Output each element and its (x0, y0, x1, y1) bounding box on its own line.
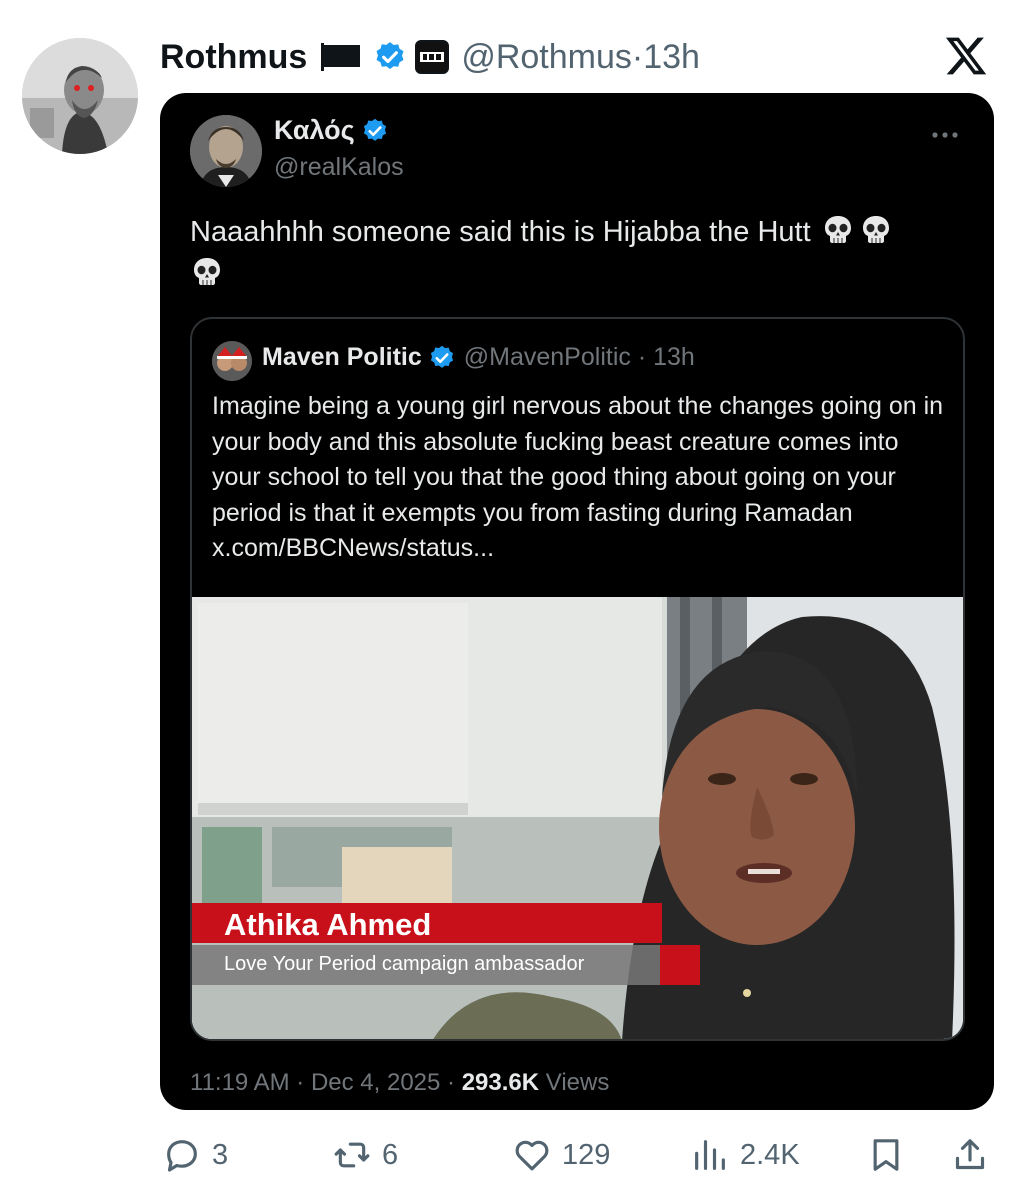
quoted-tweet-body: Naaahhhh someone said this is Hijabba th… (190, 216, 811, 248)
author-handle-time[interactable]: @Rothmus·13h (461, 38, 700, 77)
post-time: 13h (643, 37, 700, 76)
verified-icon (361, 117, 389, 145)
lower-third-subtitle: Love Your Period campaign ambassador (224, 953, 585, 975)
lower-third-name: Athika Ahmed (224, 907, 432, 942)
reply-icon (167, 1140, 197, 1172)
x-logo-icon[interactable] (945, 34, 989, 78)
nested-time: 13h (653, 343, 695, 371)
quoted-author-name-row: Καλός (274, 115, 389, 146)
skull-icon (859, 213, 893, 247)
skull-icon (821, 213, 855, 247)
author-avatar[interactable] (22, 38, 138, 154)
author-handle: @Rothmus (461, 37, 632, 76)
header-separator: · (631, 37, 644, 76)
analytics-icon (695, 1140, 725, 1170)
repost-button[interactable]: 6 (332, 1130, 398, 1180)
share-icon (955, 1139, 985, 1170)
quoted-tweet-timestamp: 11:19 AM · Dec 4, 2025 · (190, 1069, 456, 1096)
nested-author-name: Maven Politic (262, 343, 422, 371)
nested-author-handle: @MavenPolitic (463, 343, 631, 371)
lower-third-name-bar: Athika Ahmed (192, 903, 662, 943)
more-options-icon (930, 127, 960, 138)
affiliate-badge-icon[interactable] (415, 40, 450, 74)
nested-author-row: Maven Politic @MavenPolitic · 13h (262, 343, 695, 372)
quoted-tweet-text: Naaahhhh someone said this is Hijabba th… (190, 211, 960, 295)
nested-tweet-link: x.com/BBCNews/status... (212, 534, 495, 562)
quoted-author-handle: @realKalos (274, 153, 404, 181)
quoted-tweet-views-count: 293.6K (461, 1069, 540, 1096)
black-flag-icon (319, 41, 363, 73)
skull-icon (190, 255, 224, 289)
lower-third-subtitle-bar: Love Your Period campaign ambassador (192, 945, 662, 985)
action-bar: 3 6 129 2.4K (0, 1130, 1017, 1180)
nested-tweet-text: Imagine being a young girl nervous about… (212, 389, 947, 567)
quoted-tweet-views-label: Views (545, 1069, 610, 1096)
post-header: Rothmus @Rothmus·13h (160, 34, 700, 80)
reply-button[interactable]: 3 (162, 1130, 228, 1180)
like-count: 129 (562, 1138, 611, 1171)
quoted-author-avatar (190, 115, 262, 187)
verified-icon[interactable] (373, 40, 407, 74)
nested-quote-card: Maven Politic @MavenPolitic · 13h Imagin… (190, 317, 965, 1041)
nested-separator: · (637, 343, 647, 371)
heart-icon (515, 1140, 549, 1171)
lower-third-accent (660, 945, 700, 985)
views-count: 2.4K (740, 1138, 800, 1171)
reply-count: 3 (212, 1138, 229, 1171)
bookmark-icon (873, 1139, 899, 1171)
nested-author-avatar (212, 341, 252, 381)
nested-tweet-body: Imagine being a young girl nervous about… (212, 392, 944, 527)
bookmark-button[interactable] (866, 1130, 906, 1180)
repost-icon (334, 1142, 370, 1168)
repost-count: 6 (382, 1138, 399, 1171)
quoted-author-name: Καλός (274, 115, 355, 145)
embedded-screenshot[interactable]: Καλός @realKalos Naaahhhh someone said t… (160, 93, 994, 1110)
views-button[interactable]: 2.4K (690, 1130, 800, 1180)
nested-author-handle-time: @MavenPolitic · 13h (464, 343, 695, 372)
news-video-still: Athika Ahmed Love Your Period campaign a… (192, 597, 963, 1039)
like-button[interactable]: 129 (512, 1130, 610, 1180)
author-name[interactable]: Rothmus (160, 38, 307, 77)
share-button[interactable] (950, 1130, 990, 1180)
verified-icon (428, 344, 456, 372)
quoted-tweet-meta: 11:19 AM · Dec 4, 2025 · 293.6K Views (190, 1069, 609, 1097)
